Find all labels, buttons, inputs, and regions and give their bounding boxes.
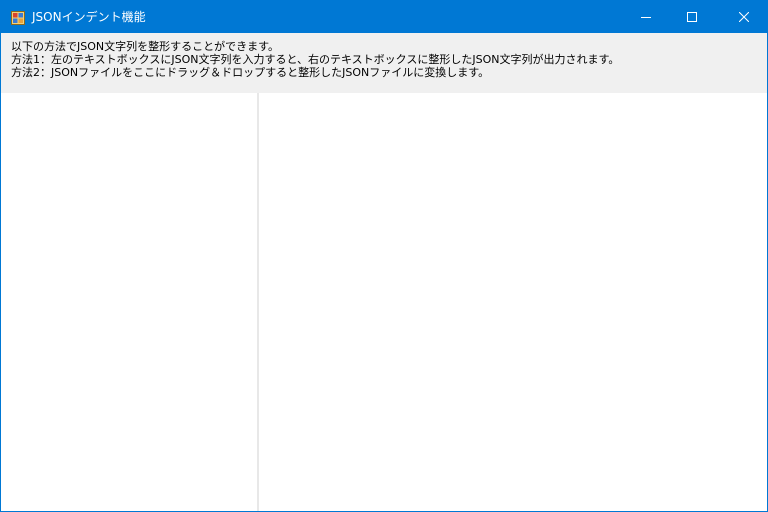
instruction-line-2: 方法1：左のテキストボックスにJSON文字列を入力すると、右のテキストボックスに… xyxy=(11,53,620,66)
maximize-icon xyxy=(687,12,697,22)
minimize-button[interactable] xyxy=(623,1,669,33)
window-title: JSONインデント機能 xyxy=(32,10,146,24)
json-output-textbox[interactable] xyxy=(259,93,767,511)
close-button[interactable] xyxy=(721,1,767,33)
json-input-textbox[interactable] xyxy=(1,93,257,511)
title-bar[interactable]: JSONインデント機能 xyxy=(1,1,767,33)
instruction-line-1: 以下の方法でJSON文字列を整形することができます。 xyxy=(11,40,280,53)
minimize-icon xyxy=(641,12,651,22)
close-icon xyxy=(739,12,749,22)
main-window: JSONインデント機能 以下の方法でJSON文字列を整形することができます。 方… xyxy=(0,0,768,512)
maximize-button[interactable] xyxy=(669,1,715,33)
instructions-panel: 以下の方法でJSON文字列を整形することができます。 方法1：左のテキストボック… xyxy=(1,33,767,93)
instruction-line-3: 方法2：JSONファイルをここにドラッグ＆ドロップすると整形したJSONファイル… xyxy=(11,66,490,79)
app-icon[interactable] xyxy=(11,10,25,25)
